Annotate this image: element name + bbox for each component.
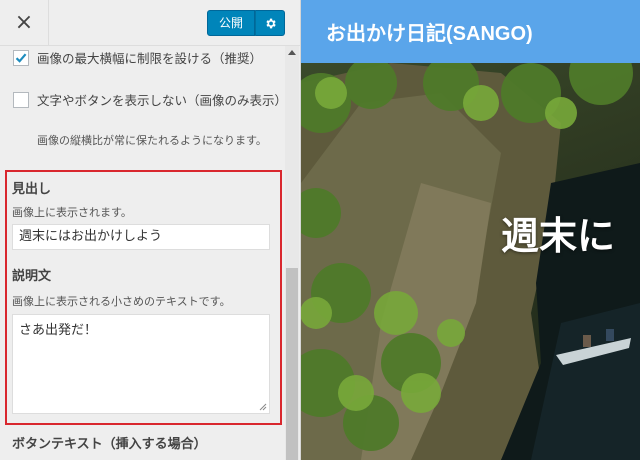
resize-handle-icon[interactable] bbox=[259, 403, 267, 411]
description-help: 画像上に表示される小さめのテキストです。 bbox=[12, 295, 231, 308]
option-image-only[interactable]: 文字やボタンを表示しない（画像のみ表示） bbox=[13, 91, 299, 111]
image-only-label: 文字やボタンを表示しない（画像のみ表示） bbox=[37, 93, 288, 108]
max-width-label: 画像の最大横幅に制限を設ける（推奨） bbox=[37, 51, 263, 66]
description-title: 説明文 bbox=[12, 269, 52, 284]
close-icon: × bbox=[14, 10, 34, 35]
headline-title: 見出し bbox=[12, 182, 52, 197]
site-preview: お出かけ日記(SANGO) 週末に bbox=[301, 0, 640, 460]
publish-button[interactable]: 公開 bbox=[207, 10, 255, 36]
scrollbar-thumb[interactable] bbox=[286, 268, 298, 460]
max-width-checkbox[interactable] bbox=[13, 50, 29, 66]
button-text-title: ボタンテキスト（挿入する場合） bbox=[12, 437, 207, 452]
option-note: 画像の縦横比が常に保たれるようになります。 bbox=[37, 134, 267, 147]
publish-button-group: 公開 bbox=[207, 10, 285, 36]
headline-description: 画像上に表示されます。 bbox=[12, 206, 132, 219]
scroll-up-arrow-icon[interactable] bbox=[288, 50, 296, 55]
site-title[interactable]: お出かけ日記(SANGO) bbox=[326, 17, 533, 46]
description-textarea[interactable]: さあ出発だ！ bbox=[12, 314, 270, 414]
customizer-sidebar: × 公開 画像の最大横幅に制限を設ける（推奨） 文字やボタンを表示しない（画像の… bbox=[0, 0, 301, 460]
hero-image: 週末に bbox=[301, 63, 640, 460]
hero-heading: 週末に bbox=[501, 214, 616, 258]
hero-scenery bbox=[301, 63, 640, 460]
image-only-checkbox[interactable] bbox=[13, 92, 29, 108]
customizer-header: × 公開 bbox=[0, 0, 300, 46]
gear-icon bbox=[265, 18, 276, 28]
description-textarea-value: さあ出発だ！ bbox=[19, 323, 98, 338]
site-header: お出かけ日記(SANGO) bbox=[301, 0, 640, 63]
checkmark-icon bbox=[15, 53, 27, 63]
publish-settings-button[interactable] bbox=[255, 10, 285, 36]
close-button[interactable]: × bbox=[0, 0, 49, 45]
headline-input[interactable]: 週末にはお出かけしよう bbox=[12, 224, 270, 250]
option-max-width[interactable]: 画像の最大横幅に制限を設ける（推奨） bbox=[13, 49, 287, 69]
